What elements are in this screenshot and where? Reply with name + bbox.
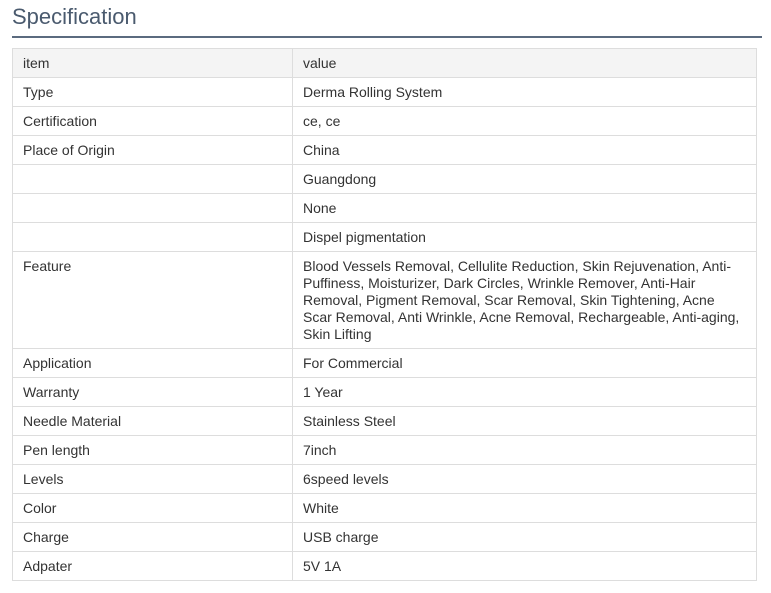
value-cell: China <box>292 135 757 165</box>
value-cell: 5V 1A <box>292 551 757 581</box>
value-cell: Guangdong <box>292 164 757 194</box>
table-row: None <box>12 193 757 223</box>
table-row: Certification ce, ce <box>12 106 757 136</box>
value-cell: Derma Rolling System <box>292 77 757 107</box>
section-divider <box>12 36 762 38</box>
table-row: Application For Commercial <box>12 348 757 378</box>
value-cell: White <box>292 493 757 523</box>
table-row: Needle Material Stainless Steel <box>12 406 757 436</box>
value-cell: 1 Year <box>292 377 757 407</box>
value-cell: Dispel pigmentation <box>292 222 757 252</box>
specification-table-body: item value Type Derma Rolling System Cer… <box>12 48 757 581</box>
header-cell-item: item <box>12 48 293 78</box>
item-cell: Color <box>12 493 293 523</box>
table-header-row: item value <box>12 48 757 78</box>
table-row: Color White <box>12 493 757 523</box>
specification-table: item value Type Derma Rolling System Cer… <box>12 48 757 581</box>
item-cell: Feature <box>12 251 293 349</box>
item-cell: Needle Material <box>12 406 293 436</box>
item-cell: Type <box>12 77 293 107</box>
item-cell <box>12 164 293 194</box>
table-row: Feature Blood Vessels Removal, Cellulite… <box>12 251 757 349</box>
item-cell: Charge <box>12 522 293 552</box>
header-cell-value: value <box>292 48 757 78</box>
value-cell: For Commercial <box>292 348 757 378</box>
value-cell: USB charge <box>292 522 757 552</box>
value-cell: None <box>292 193 757 223</box>
item-cell: Warranty <box>12 377 293 407</box>
item-cell <box>12 222 293 252</box>
table-row: Place of Origin China <box>12 135 757 165</box>
item-cell <box>12 193 293 223</box>
value-cell: Blood Vessels Removal, Cellulite Reducti… <box>292 251 757 349</box>
section-title: Specification <box>12 4 137 29</box>
table-row: Dispel pigmentation <box>12 222 757 252</box>
item-cell: Levels <box>12 464 293 494</box>
table-row: Warranty 1 Year <box>12 377 757 407</box>
table-row: Levels 6speed levels <box>12 464 757 494</box>
value-cell: ce, ce <box>292 106 757 136</box>
table-row: Adpater 5V 1A <box>12 551 757 581</box>
table-row: Type Derma Rolling System <box>12 77 757 107</box>
item-cell: Adpater <box>12 551 293 581</box>
value-cell: Stainless Steel <box>292 406 757 436</box>
item-cell: Pen length <box>12 435 293 465</box>
item-cell: Certification <box>12 106 293 136</box>
value-cell: 6speed levels <box>292 464 757 494</box>
table-row: Charge USB charge <box>12 522 757 552</box>
table-row: Pen length 7inch <box>12 435 757 465</box>
item-cell: Place of Origin <box>12 135 293 165</box>
value-cell: 7inch <box>292 435 757 465</box>
table-row: Guangdong <box>12 164 757 194</box>
item-cell: Application <box>12 348 293 378</box>
